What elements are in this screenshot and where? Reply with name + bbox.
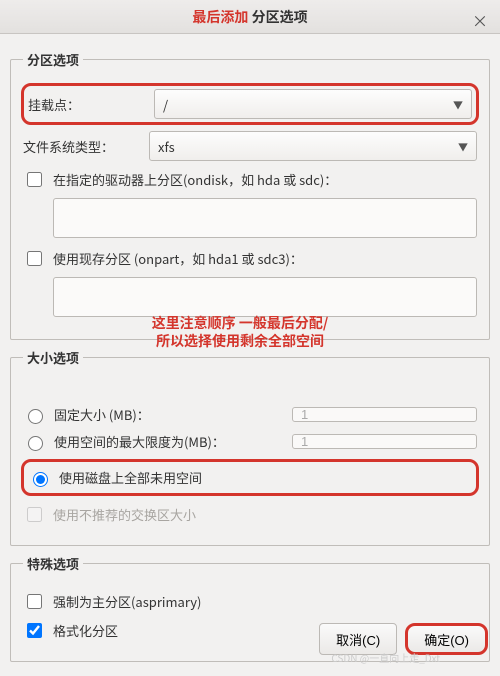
chevron-down-icon: ▼ bbox=[453, 97, 463, 112]
close-icon[interactable]: × bbox=[472, 8, 488, 32]
ondisk-checkbox[interactable] bbox=[27, 172, 42, 187]
chevron-down-icon: ▼ bbox=[458, 139, 468, 154]
asprimary-label: 强制为主分区(asprimary) bbox=[53, 592, 201, 611]
watermark: CSDN @一直向上走_Dxt bbox=[331, 650, 440, 665]
title-first: 最后添加 bbox=[192, 7, 248, 27]
title-rest: 分区选项 bbox=[248, 7, 307, 27]
ondisk-input[interactable] bbox=[53, 198, 477, 238]
use-all-space-radio[interactable] bbox=[33, 472, 48, 487]
use-all-space-row: 使用磁盘上全部未用空间 bbox=[21, 459, 479, 496]
fs-type-label: 文件系统类型： bbox=[23, 137, 143, 156]
asprimary-row: 强制为主分区(asprimary) bbox=[23, 591, 477, 612]
fixed-size-input[interactable] bbox=[292, 407, 477, 422]
format-checkbox[interactable] bbox=[27, 623, 42, 638]
fixed-size-row: 固定大小 (MB)： bbox=[23, 405, 477, 424]
partition-options-group: 分区选项 挂载点： / ▼ 文件系统类型： xfs ▼ 在指定的驱动器上分区(o… bbox=[10, 50, 490, 340]
ondisk-input-wrap bbox=[53, 198, 477, 238]
partition-options-legend: 分区选项 bbox=[23, 50, 83, 69]
format-label: 格式化分区 bbox=[53, 621, 118, 640]
title-bar: 最后添加 分区选项 × bbox=[0, 0, 500, 34]
special-options-legend: 特殊选项 bbox=[23, 554, 83, 573]
ondisk-row: 在指定的驱动器上分区(ondisk，如 hda 或 sdc)： bbox=[23, 169, 477, 190]
size-options-group: 大小选项 固定大小 (MB)： 使用空间的最大限度为(MB)： 使用磁盘上全部未… bbox=[10, 348, 490, 546]
swap-label: 使用不推荐的交换区大小 bbox=[53, 505, 196, 524]
fixed-size-radio[interactable] bbox=[28, 409, 43, 424]
use-all-space-label: 使用磁盘上全部未用空间 bbox=[59, 468, 202, 487]
window-title: 最后添加 分区选项 bbox=[192, 7, 307, 27]
fs-type-value: xfs bbox=[158, 137, 175, 156]
onpart-row: 使用现存分区 (onpart，如 hda1 或 sdc3)： bbox=[23, 248, 477, 269]
asprimary-checkbox[interactable] bbox=[27, 594, 42, 609]
mount-point-value: / bbox=[163, 95, 168, 114]
swap-checkbox bbox=[27, 507, 42, 522]
max-size-radio[interactable] bbox=[28, 436, 43, 451]
max-size-label: 使用空间的最大限度为(MB)： bbox=[54, 432, 284, 451]
onpart-input[interactable] bbox=[53, 277, 477, 317]
onpart-checkbox[interactable] bbox=[27, 251, 42, 266]
mount-point-select[interactable]: / ▼ bbox=[154, 89, 472, 119]
fixed-size-label: 固定大小 (MB)： bbox=[54, 405, 284, 424]
mount-point-label: 挂载点： bbox=[28, 95, 148, 114]
onpart-label: 使用现存分区 (onpart，如 hda1 或 sdc3)： bbox=[53, 249, 303, 268]
swap-row: 使用不推荐的交换区大小 bbox=[23, 504, 477, 525]
onpart-input-wrap bbox=[53, 277, 477, 317]
ondisk-label: 在指定的驱动器上分区(ondisk，如 hda 或 sdc)： bbox=[53, 170, 337, 189]
dialog-content: 分区选项 挂载点： / ▼ 文件系统类型： xfs ▼ 在指定的驱动器上分区(o… bbox=[0, 34, 500, 676]
fs-type-row: 文件系统类型： xfs ▼ bbox=[23, 131, 477, 161]
fs-type-select[interactable]: xfs ▼ bbox=[149, 131, 477, 161]
max-size-row: 使用空间的最大限度为(MB)： bbox=[23, 432, 477, 451]
mount-point-row: 挂载点： / ▼ bbox=[21, 83, 479, 125]
size-options-legend: 大小选项 bbox=[23, 348, 83, 367]
max-size-input[interactable] bbox=[292, 434, 477, 449]
